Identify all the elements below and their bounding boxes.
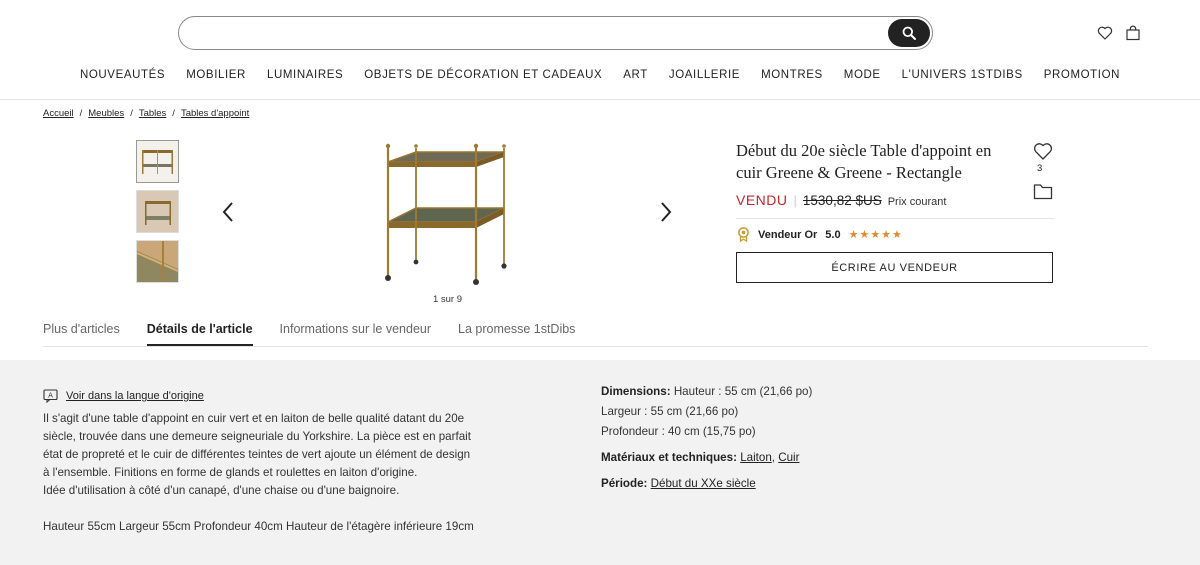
dimension-depth: Profondeur : 40 cm (15,75 po) <box>601 425 756 438</box>
breadcrumb-tables[interactable]: Tables <box>139 108 166 119</box>
dimension-height: Hauteur : 55 cm (21,66 po) <box>673 385 813 398</box>
dimensions-height-row: Dimensions: Hauteur : 55 cm (21,66 po) <box>601 382 1001 402</box>
nav-item-joaillerie[interactable]: JOAILLERIE <box>658 69 750 81</box>
price-separator: | <box>793 193 797 208</box>
tab-seller-info[interactable]: Informations sur le vendeur <box>280 322 431 346</box>
breadcrumb: Accueil / Meubles / Tables / Tables d'ap… <box>43 108 249 119</box>
product-title: Début du 20e siècle Table d'appoint en c… <box>736 141 992 182</box>
translate-row: A Voir dans la langue d'origine <box>43 389 204 403</box>
nav-item-promotion[interactable]: PROMOTION <box>1033 69 1130 81</box>
thumbnail-image <box>142 150 173 174</box>
breadcrumb-separator: / <box>79 108 83 119</box>
description-line: état de propreté et le cuir de différent… <box>43 448 471 461</box>
breadcrumb-accueil[interactable]: Accueil <box>43 108 74 119</box>
favorite-heart-icon[interactable] <box>1033 141 1053 161</box>
nav-item-decoration[interactable]: OBJETS DE DÉCORATION ET CADEAUX <box>354 69 613 81</box>
shopping-bag-icon[interactable] <box>1125 25 1141 41</box>
old-price: 1530,82 $US <box>802 193 882 208</box>
gallery-next-button[interactable] <box>659 201 673 229</box>
description-line: Il s'agit d'une table d'appoint en cuir … <box>43 412 465 425</box>
description-line: à l'ensemble. Finitions en forme de glan… <box>43 466 418 479</box>
description-line <box>43 500 513 518</box>
nav-item-luminaires[interactable]: LUMINAIRES <box>256 69 353 81</box>
item-description: Il s'agit d'une table d'appoint en cuir … <box>43 410 513 536</box>
heart-icon[interactable] <box>1097 25 1113 41</box>
breadcrumb-tables-appoint[interactable]: Tables d'appoint <box>181 108 249 119</box>
description-line: Idée d'utilisation à côté d'un canapé, d… <box>43 484 400 497</box>
material-link-laiton[interactable]: Laiton <box>740 451 772 464</box>
thumbnail-image <box>137 241 178 282</box>
search-bar[interactable] <box>178 16 933 50</box>
view-original-language-link[interactable]: Voir dans la langue d'origine <box>66 390 204 402</box>
thumbnail-image <box>137 191 178 232</box>
tab-details-article[interactable]: Détails de l'article <box>146 322 253 346</box>
gallery-prev-button[interactable] <box>221 201 235 229</box>
search-icon <box>902 26 916 40</box>
thumbnail-2[interactable] <box>136 190 179 233</box>
details-panel: A Voir dans la langue d'origine Il s'agi… <box>0 360 1200 565</box>
nav-item-univers[interactable]: L'UNIVERS 1STDIBS <box>891 69 1033 81</box>
main-nav: NOUVEAUTÉS MOBILIER LUMINAIRES OBJETS DE… <box>0 69 1200 81</box>
period-link[interactable]: Début du XXe siècle <box>651 477 756 490</box>
chevron-left-icon <box>222 202 233 222</box>
period-label: Période: <box>601 477 648 490</box>
thumbnail-1[interactable] <box>136 140 179 183</box>
materials-label: Matériaux et techniques: <box>601 451 737 464</box>
nav-item-mode[interactable]: MODE <box>833 69 891 81</box>
nav-item-montres[interactable]: MONTRES <box>751 69 834 81</box>
breadcrumb-separator: / <box>130 108 133 119</box>
search-button[interactable] <box>888 19 930 47</box>
rating-stars: ★★★★★ <box>848 229 903 241</box>
sold-label: VENDU <box>736 192 788 208</box>
seller-row: Vendeur Or 5.0 ★★★★★ <box>737 227 903 242</box>
nav-item-art[interactable]: ART <box>613 69 659 81</box>
period-row: Période: Début du XXe siècle <box>601 474 1001 494</box>
materials-row: Matériaux et techniques: Laiton, Cuir <box>601 448 1001 468</box>
svg-text:A: A <box>48 391 53 399</box>
tab-plus-articles[interactable]: Plus d'articles <box>43 322 120 346</box>
header-divider <box>0 99 1200 100</box>
dimensions-label: Dimensions: <box>601 385 671 398</box>
gallery-counter: 1 sur 9 <box>432 294 463 305</box>
thumbnail-3[interactable] <box>136 240 179 283</box>
search-input[interactable] <box>195 23 875 43</box>
material-link-cuir[interactable]: Cuir <box>778 451 799 464</box>
tabs-divider <box>43 346 1148 347</box>
price-note: Prix courant <box>887 196 947 208</box>
gold-seller-badge-icon <box>738 227 749 242</box>
favorite-count: 3 <box>1037 163 1043 174</box>
folder-icon[interactable] <box>1033 181 1053 201</box>
product-image <box>385 143 507 285</box>
seller-label: Vendeur Or <box>758 228 818 241</box>
dimension-width: Largeur : 55 cm (21,66 po) <box>601 405 739 418</box>
price-row: VENDU | 1530,82 $US Prix courant <box>736 192 946 208</box>
nav-item-mobilier[interactable]: MOBILIER <box>176 69 257 81</box>
detail-tabs: Plus d'articles Détails de l'article Inf… <box>43 322 575 346</box>
translate-icon: A <box>43 389 58 403</box>
tab-promesse[interactable]: La promesse 1stDibs <box>458 322 575 346</box>
description-line: Hauteur 55cm Largeur 55cm Profondeur 40c… <box>43 520 474 533</box>
contact-seller-button[interactable]: ÉCRIRE AU VENDEUR <box>736 252 1053 283</box>
seller-rating: 5.0 <box>825 228 841 241</box>
breadcrumb-separator: / <box>172 108 175 119</box>
chevron-right-icon <box>661 202 672 222</box>
nav-item-nouveautes[interactable]: NOUVEAUTÉS <box>69 69 175 81</box>
item-specs: Dimensions: Hauteur : 55 cm (21,66 po) L… <box>601 382 1001 494</box>
breadcrumb-meubles[interactable]: Meubles <box>88 108 124 119</box>
info-divider <box>736 218 1054 219</box>
description-line: siècle, trouvée dans une demeure seigneu… <box>43 430 471 443</box>
